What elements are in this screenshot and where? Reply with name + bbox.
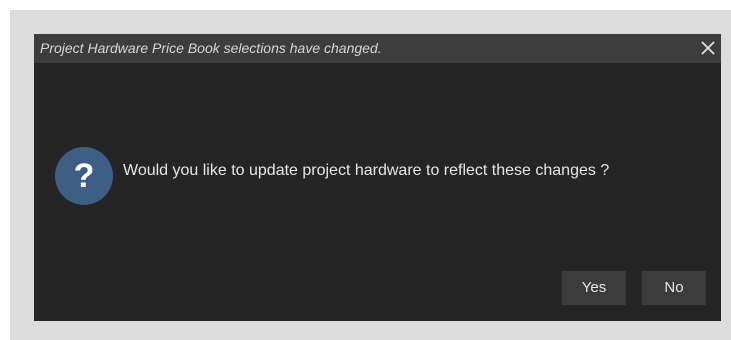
close-icon [701, 41, 715, 55]
question-mark-icon: ? [55, 147, 113, 205]
dialog-message: Would you like to update project hardwar… [123, 162, 610, 179]
dialog-title: Project Hardware Price Book selections h… [40, 40, 382, 56]
close-button[interactable] [697, 36, 719, 60]
yes-button[interactable]: Yes [562, 271, 626, 305]
no-button[interactable]: No [642, 271, 706, 305]
dialog-titlebar: Project Hardware Price Book selections h… [34, 34, 721, 63]
confirmation-dialog: Project Hardware Price Book selections h… [34, 34, 721, 321]
question-glyph: ? [74, 157, 95, 195]
